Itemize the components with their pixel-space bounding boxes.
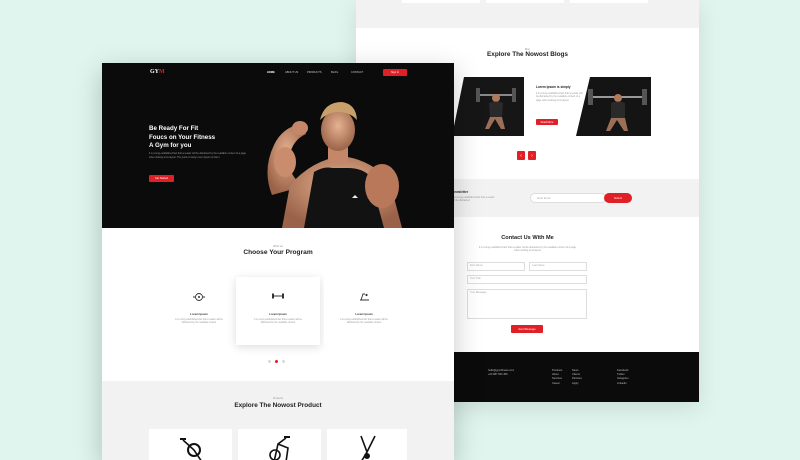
send-message-button[interactable]: Send Message (511, 325, 543, 333)
treadmill-icon (358, 292, 370, 302)
program-card[interactable]: Lorem Ipsum It is a long established fac… (324, 277, 404, 343)
weight-plate-icon (193, 292, 205, 302)
blog-image[interactable] (576, 77, 651, 136)
your-title-input[interactable]: Your Title (467, 275, 587, 284)
blogs-title: Explore The Nowost Blogs (487, 51, 568, 58)
footer-link[interactable]: Apply (572, 382, 582, 386)
message-textarea[interactable]: Your Message (467, 289, 587, 319)
front-page-mockup: GYM HOME ABOUT US PRODUCTS BLOG CONTACT … (102, 63, 454, 460)
footer-phone: +00 987 654 456 (488, 373, 508, 376)
hero-heading: Be Ready For Fit Foucs on Your Fitness A… (149, 125, 216, 150)
program-card-text: It is a long established fact that a rea… (175, 319, 223, 325)
product-title: Explore The Nowost Product (234, 402, 322, 409)
program-card-text: It is a long established fact that a rea… (254, 319, 302, 325)
footer-col-2: News Clients Partners Apply (572, 369, 582, 386)
newsletter-submit-button[interactable]: Submit (604, 193, 632, 203)
carousel-dot[interactable] (268, 360, 271, 363)
footer-col-1: Products About Services Career (552, 369, 562, 386)
rowing-machine-image (178, 434, 204, 460)
product-card[interactable] (149, 429, 232, 460)
hero-athlete-image (252, 90, 412, 228)
newsletter-email-input[interactable]: Enter Email (530, 193, 606, 203)
product-strip (356, 0, 699, 28)
carousel-dot-active[interactable] (275, 360, 278, 363)
nav-contact[interactable]: CONTACT (351, 71, 363, 74)
program-card[interactable]: Lorem Ipsum It is a long established fac… (159, 277, 239, 343)
prev-arrow-button[interactable]: ‹ (517, 151, 525, 160)
contact-text: It is a long established fact that a rea… (478, 246, 576, 253)
last-name-input[interactable]: Last Name (529, 262, 587, 271)
program-card-text: It is a long established fact that a rea… (340, 319, 388, 325)
newsletter-title: Newsletter (452, 190, 469, 194)
product-card[interactable] (327, 429, 407, 460)
product-card (570, 0, 648, 3)
footer-link[interactable]: Instagram (617, 377, 629, 381)
exercise-bike-image (266, 434, 294, 460)
get-started-button[interactable]: Get Started (149, 175, 174, 182)
products-section: Products Explore The Nowost Product (102, 381, 454, 460)
hero-section: GYM HOME ABOUT US PRODUCTS BLOG CONTACT … (102, 63, 454, 228)
nav-home[interactable]: HOME (267, 71, 275, 74)
product-card (486, 0, 564, 3)
program-card-title: Lorem Ipsum (269, 312, 287, 316)
program-card-title: Lorem Ipsum (190, 312, 208, 316)
newsletter-text: It is a long established fact that a rea… (452, 196, 495, 203)
nav-about-us[interactable]: ABOUT US (285, 71, 298, 74)
first-name-input[interactable]: First Name (467, 262, 525, 271)
sign-in-button[interactable]: Sign In (383, 69, 407, 76)
nav-products[interactable]: PRODUCTS (307, 71, 322, 74)
brand-logo[interactable]: GYM (150, 69, 165, 75)
dumbbell-icon (271, 292, 285, 300)
footer-link[interactable]: Career (552, 382, 562, 386)
footer-email[interactable]: hello@gymfitness.com (488, 369, 514, 372)
program-card-active[interactable]: Lorem Ipsum It is a long established fac… (236, 277, 320, 345)
next-arrow-button[interactable]: › (528, 151, 536, 160)
nav-blog[interactable]: BLOG (331, 71, 338, 74)
carousel-dot[interactable] (282, 360, 285, 363)
product-card[interactable] (238, 429, 321, 460)
elliptical-trainer-image (355, 434, 381, 460)
footer-link[interactable]: Services (552, 377, 562, 381)
read-more-button[interactable]: Read More (536, 119, 558, 125)
hero-description: It is a long established fact that a rea… (149, 152, 247, 159)
footer-col-3: Facebook Twitter Instagram Linkedin (617, 369, 629, 386)
product-card (402, 0, 480, 3)
footer-link[interactable]: Linkedin (617, 382, 629, 386)
program-title: Choose Your Program (243, 249, 313, 256)
program-card-title: Lorem Ipsum (355, 312, 373, 316)
product-kicker: Products (272, 397, 284, 400)
footer-link[interactable]: Partners (572, 377, 582, 381)
blog-image[interactable] (452, 77, 524, 136)
